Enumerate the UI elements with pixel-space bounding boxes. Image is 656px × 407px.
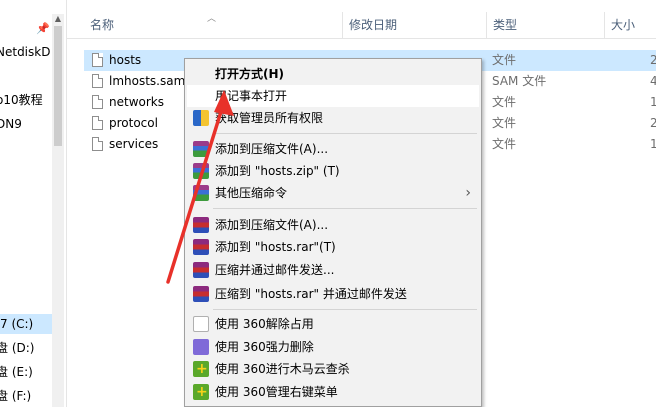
column-size[interactable]: 大小	[605, 12, 656, 38]
nav-item-label: o10教程	[0, 93, 43, 107]
file-icon	[92, 137, 103, 151]
winrar-icon	[193, 286, 209, 302]
nav-item-dn9[interactable]: DN9	[0, 114, 22, 134]
bandizip-archive-icon	[193, 185, 209, 201]
menu-item-open-with[interactable]: 打开方式(H)	[187, 63, 479, 85]
nav-item-label: DN9	[0, 117, 22, 131]
scrollbar-thumb[interactable]	[54, 26, 62, 146]
nav-item-label: 盘 (F:)	[0, 389, 32, 403]
menu-item-360-manage-right-menu[interactable]: 使用 360管理右键菜单	[187, 381, 479, 403]
bandizip-archive-icon	[193, 163, 209, 179]
nav-item-win10[interactable]: o10教程	[0, 90, 43, 110]
menu-item-other-compress[interactable]: 其他压缩命令 ›	[187, 182, 479, 204]
360-security-icon	[193, 381, 209, 403]
nav-scrollbar[interactable]: ▲	[52, 14, 64, 407]
nav-item-label: 盘 (E:)	[0, 365, 33, 379]
menu-item-add-to-hosts-zip[interactable]: 添加到 "hosts.zip" (T)	[187, 160, 479, 182]
column-type[interactable]: 类型	[487, 12, 605, 38]
context-menu: 打开方式(H) 用记事本打开 获取管理员所有权限 添加到压缩文件(A)... 添…	[184, 58, 482, 407]
menu-separator	[213, 133, 477, 134]
nav-item-label: 盘 (D:)	[0, 341, 35, 355]
chevron-right-icon: ›	[465, 185, 471, 201]
nav-item-netdisk[interactable]: NetdiskD	[0, 42, 50, 62]
menu-item-add-to-hosts-rar[interactable]: 添加到 "hosts.rar"(T)	[187, 236, 479, 258]
column-header: 名称 修改日期 类型 大小	[66, 12, 656, 39]
file-icon	[92, 116, 103, 130]
menu-item-add-to-archive-zip[interactable]: 添加到压缩文件(A)...	[187, 138, 479, 160]
pin-icon[interactable]: 📌	[36, 22, 50, 35]
menu-item-compress-rar-and-email[interactable]: 压缩到 "hosts.rar" 并通过邮件发送	[187, 283, 479, 305]
scroll-up-icon[interactable]: ▲	[54, 14, 62, 24]
navigation-pane: 📌 NetdiskD o10教程 DN9 7 (C:) 盘 (D:) 盘 (E:…	[0, 0, 67, 407]
nav-item-drive-c[interactable]: 7 (C:)	[0, 314, 52, 334]
nav-item-label: NetdiskD	[0, 45, 51, 59]
menu-item-360-unlock[interactable]: 使用 360解除占用	[187, 313, 479, 335]
file-icon	[92, 95, 103, 109]
360-unlock-icon	[193, 316, 209, 332]
360-shredder-icon	[193, 339, 209, 355]
nav-item-label: 7 (C:)	[0, 317, 34, 331]
column-date-modified[interactable]: 修改日期	[343, 12, 487, 38]
file-icon	[92, 53, 103, 67]
nav-item-drive-f[interactable]: 盘 (F:)	[0, 386, 31, 406]
winrar-icon	[193, 239, 209, 255]
menu-item-take-ownership[interactable]: 获取管理员所有权限	[187, 107, 479, 129]
menu-separator	[213, 309, 477, 310]
bandizip-archive-icon	[193, 141, 209, 157]
winrar-icon	[193, 217, 209, 233]
menu-item-compress-and-email[interactable]: 压缩并通过邮件发送...	[187, 259, 479, 281]
menu-item-open-with-notepad[interactable]: 用记事本打开	[187, 85, 479, 107]
360-security-icon	[193, 358, 209, 380]
uac-shield-icon	[193, 110, 209, 126]
winrar-icon	[193, 262, 209, 278]
sort-chevron-up-icon: ︿	[207, 14, 217, 24]
file-icon	[92, 74, 103, 88]
menu-separator	[213, 208, 477, 209]
nav-item-drive-d[interactable]: 盘 (D:)	[0, 338, 34, 358]
menu-item-360-force-delete[interactable]: 使用 360强力删除	[187, 336, 479, 358]
nav-item-drive-e[interactable]: 盘 (E:)	[0, 362, 33, 382]
menu-item-360-trojan-scan[interactable]: 使用 360进行木马云查杀	[187, 358, 479, 380]
menu-item-add-to-archive-rar[interactable]: 添加到压缩文件(A)...	[187, 214, 479, 236]
